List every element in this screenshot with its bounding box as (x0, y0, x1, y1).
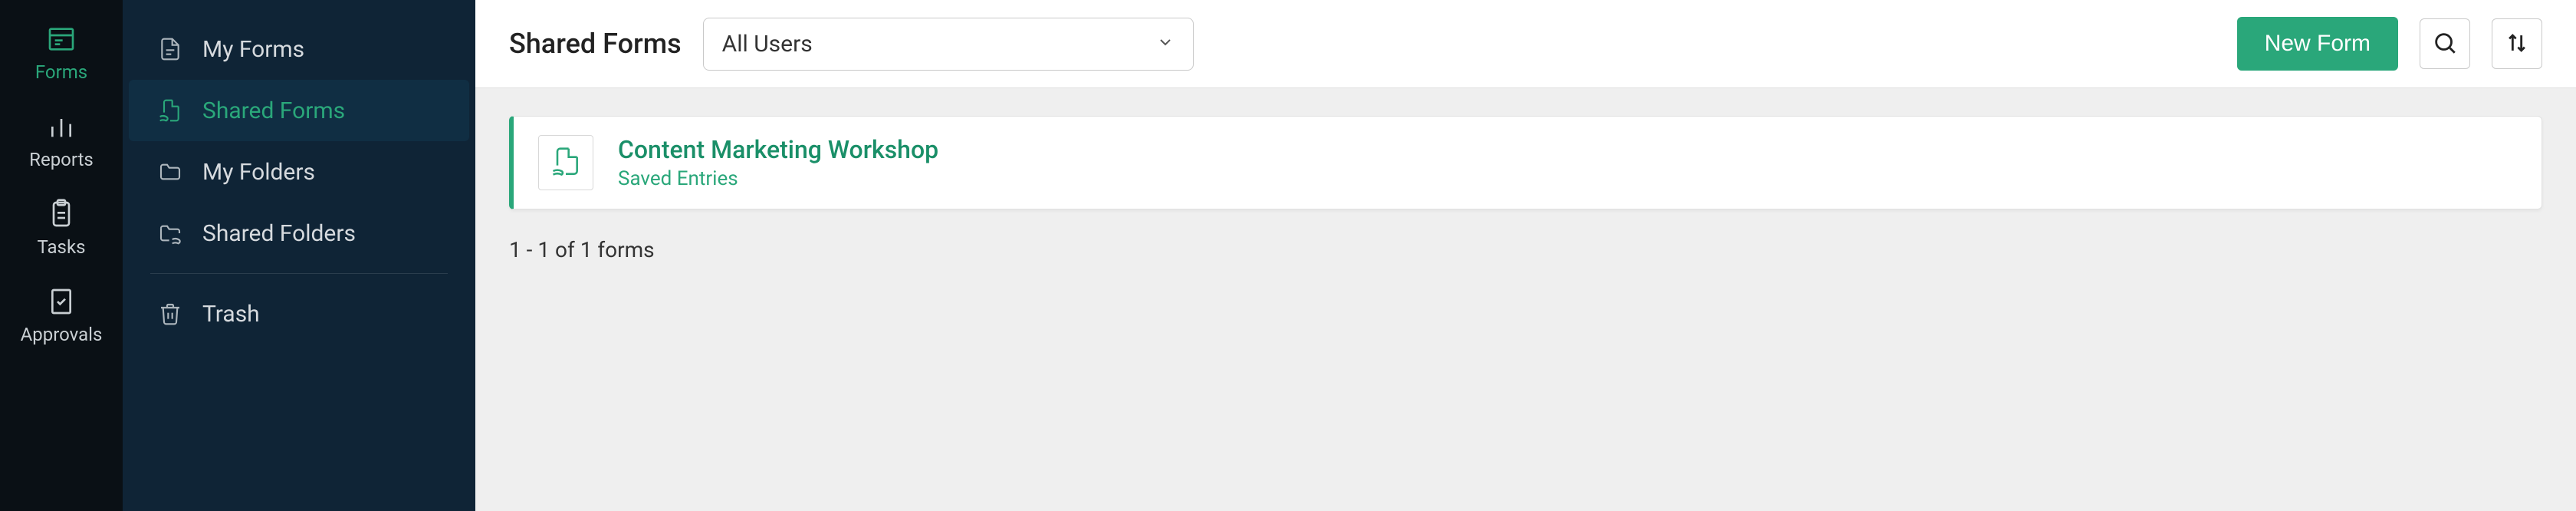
form-thumb-icon (538, 135, 593, 190)
form-icon (45, 23, 77, 55)
navrail-label: Reports (29, 149, 94, 170)
sort-button[interactable] (2492, 18, 2542, 69)
main-area: Shared Forms All Users New Form Cont (475, 0, 2576, 511)
navrail-item-reports[interactable]: Reports (0, 97, 123, 184)
shared-file-icon (156, 97, 184, 124)
sidebar-item-my-folders[interactable]: My Folders (129, 141, 469, 203)
user-filter-value: All Users (722, 31, 813, 58)
new-form-button[interactable]: New Form (2237, 17, 2398, 71)
sidebar-item-label: My Folders (202, 159, 315, 186)
chevron-down-icon (1156, 31, 1175, 58)
tasks-icon (45, 198, 77, 230)
user-filter-select[interactable]: All Users (703, 18, 1194, 71)
navrail-item-forms[interactable]: Forms (0, 9, 123, 97)
sidebar: My Forms Shared Forms My Folders Shared … (123, 0, 475, 511)
navrail-label: Approvals (21, 324, 103, 345)
search-icon (2432, 30, 2458, 58)
form-card-text: Content Marketing Workshop Saved Entries (618, 135, 938, 190)
file-icon (156, 35, 184, 63)
sidebar-item-label: Shared Forms (202, 97, 345, 124)
sidebar-item-my-forms[interactable]: My Forms (129, 18, 469, 80)
sidebar-item-label: Trash (202, 301, 260, 328)
sidebar-item-label: Shared Folders (202, 220, 356, 247)
sidebar-item-trash[interactable]: Trash (129, 283, 469, 345)
sidebar-item-label: My Forms (202, 36, 304, 63)
form-title: Content Marketing Workshop (618, 135, 938, 164)
form-subtitle: Saved Entries (618, 167, 938, 190)
navrail-label: Tasks (38, 236, 86, 258)
sort-icon (2504, 30, 2530, 58)
page-title: Shared Forms (509, 28, 682, 60)
sidebar-divider (150, 273, 448, 274)
nav-rail: Forms Reports Tasks Approvals (0, 0, 123, 511)
content: Content Marketing Workshop Saved Entries… (475, 88, 2576, 290)
form-card[interactable]: Content Marketing Workshop Saved Entries (509, 116, 2542, 209)
navrail-item-approvals[interactable]: Approvals (0, 272, 123, 359)
navrail-item-tasks[interactable]: Tasks (0, 184, 123, 272)
reports-icon (45, 110, 77, 143)
sidebar-item-shared-folders[interactable]: Shared Folders (129, 203, 469, 264)
search-button[interactable] (2420, 18, 2470, 69)
shared-folder-icon (156, 219, 184, 247)
navrail-label: Forms (35, 61, 87, 83)
approvals-icon (45, 285, 77, 318)
sidebar-item-shared-forms[interactable]: Shared Forms (129, 80, 469, 141)
topbar: Shared Forms All Users New Form (475, 0, 2576, 88)
result-count: 1 - 1 of 1 forms (509, 237, 2542, 262)
trash-icon (156, 300, 184, 328)
folder-icon (156, 158, 184, 186)
